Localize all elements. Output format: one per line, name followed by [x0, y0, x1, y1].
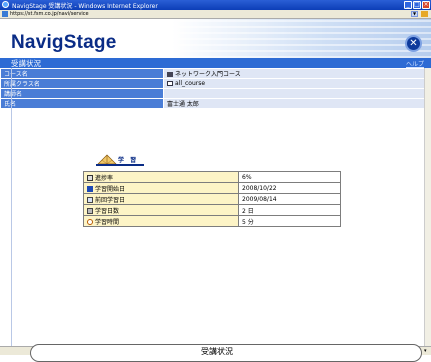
- stats-label-cell: 学習時間: [83, 215, 239, 227]
- stats-label-cell: 学習開始日: [83, 182, 239, 194]
- info-row-class: 所属クラス名 all_course: [0, 78, 431, 89]
- header-stripes: [150, 19, 431, 58]
- study-days-icon: [87, 208, 93, 214]
- instructor-name: [163, 88, 431, 99]
- window-close-button[interactable]: ×: [422, 1, 430, 9]
- content-left-border: [11, 68, 12, 348]
- study-time-icon: [87, 219, 93, 225]
- status-arrow-icon: ▾: [424, 348, 427, 354]
- progress-value: 6%: [238, 171, 341, 183]
- stats-row: 学習開始日 2008/10/22: [83, 182, 341, 194]
- study-days-value: 2 日: [238, 204, 341, 216]
- info-value: all_course: [163, 78, 431, 89]
- vertical-scrollbar[interactable]: [424, 68, 431, 346]
- study-time-value: 5 分: [238, 215, 341, 227]
- stats-label: 進捗率: [95, 174, 114, 182]
- stats-label-cell: 学習日数: [83, 204, 239, 216]
- stats-label: 学習開始日: [95, 185, 126, 193]
- section-bar: 受講状況 ヘルプ: [0, 58, 431, 68]
- status-bubble: 受講状況: [30, 344, 422, 362]
- info-label: 講師名: [0, 88, 164, 99]
- window-title: NavigStage 受講状況 - Windows Internet Explo…: [12, 3, 158, 10]
- stats-label: 前回学習日: [95, 196, 126, 204]
- maximize-button[interactable]: □: [413, 1, 421, 9]
- minimize-button[interactable]: _: [404, 1, 412, 9]
- info-row-instructor: 講師名: [0, 88, 431, 99]
- start-date-value: 2008/10/22: [238, 182, 341, 194]
- close-icon[interactable]: ✕: [405, 35, 422, 52]
- address-dropdown-icon[interactable]: ▼: [411, 11, 418, 17]
- status-bubble-text: 受講状況: [201, 347, 233, 356]
- book-icon: [167, 72, 173, 77]
- info-row-name: 氏名 富士通 太郎: [0, 98, 431, 109]
- brand-header: NavigStage ✕: [0, 19, 431, 58]
- stats-row: 学習日数 2 日: [83, 204, 341, 216]
- last-date-value: 2009/08/14: [238, 193, 341, 205]
- study-underline: [96, 164, 144, 166]
- stats-label: 学習日数: [95, 207, 120, 215]
- progress-icon: [87, 175, 93, 181]
- course-info-table: コース名 ネットワーク入門コース 所属クラス名 all_course 講師名 氏…: [0, 68, 431, 109]
- study-heading: 学 習: [96, 153, 196, 167]
- study-stats-table: 進捗率 6% 学習開始日 2008/10/22 前回学習日 2009/08/14…: [83, 171, 341, 227]
- brand-logo: NavigStage: [11, 32, 117, 53]
- last-date-icon: [87, 197, 93, 203]
- page-icon: [2, 11, 8, 17]
- address-bar[interactable]: https://st.fsm.co.jp/navi/service ▼: [0, 10, 431, 19]
- start-date-icon: [87, 186, 93, 192]
- status-bar: 受講状況 ▾: [0, 344, 431, 362]
- stats-label-cell: 進捗率: [83, 171, 239, 183]
- stats-row: 進捗率 6%: [83, 171, 341, 183]
- address-url[interactable]: https://st.fsm.co.jp/navi/service: [10, 11, 89, 17]
- help-link[interactable]: ヘルプ: [406, 59, 424, 68]
- info-label: コース名: [0, 68, 164, 79]
- stats-row: 前回学習日 2009/08/14: [83, 193, 341, 205]
- class-name: all_course: [175, 80, 206, 87]
- learner-name: 富士通 太郎: [163, 98, 431, 109]
- info-label: 氏名: [0, 98, 164, 109]
- info-value: ネットワーク入門コース: [163, 68, 431, 79]
- ie-icon: [2, 1, 9, 8]
- class-icon: [167, 81, 173, 86]
- stats-row: 学習時間 5 分: [83, 215, 341, 227]
- study-label: 学 習: [118, 157, 139, 164]
- stats-label: 学習時間: [95, 218, 120, 226]
- window-titlebar: NavigStage 受講状況 - Windows Internet Explo…: [0, 0, 431, 10]
- stats-label-cell: 前回学習日: [83, 193, 239, 205]
- lock-icon[interactable]: [421, 11, 428, 17]
- info-label: 所属クラス名: [0, 78, 164, 89]
- info-row-course: コース名 ネットワーク入門コース: [0, 68, 431, 79]
- course-name: ネットワーク入門コース: [175, 71, 241, 78]
